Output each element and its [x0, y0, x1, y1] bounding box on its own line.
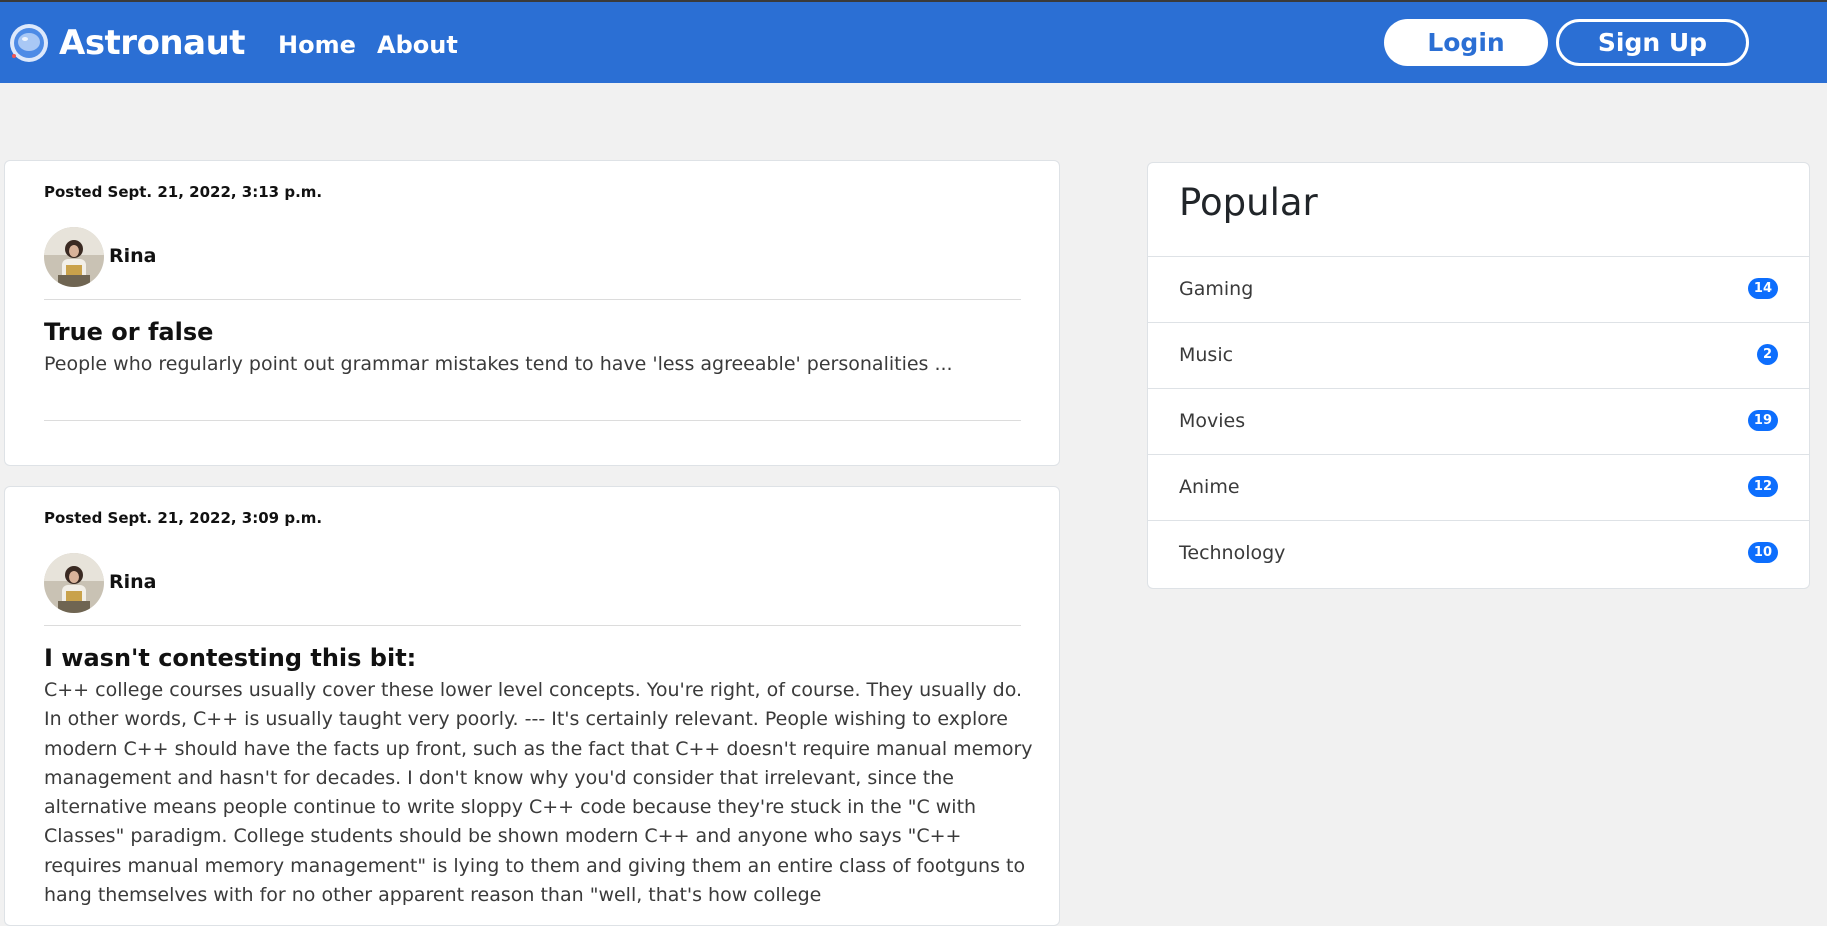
popular-item-name: Technology [1179, 542, 1286, 564]
post-author[interactable]: Rina [109, 571, 157, 593]
popular-panel: Popular Gaming 14 Music 2 Movies 19 Anim… [1147, 162, 1810, 589]
count-badge: 19 [1747, 410, 1778, 431]
user-avatar-icon [44, 553, 104, 613]
popular-item-anime[interactable]: Anime 12 [1148, 454, 1809, 520]
login-button[interactable]: Login [1384, 19, 1548, 66]
popular-item-technology[interactable]: Technology 10 [1148, 520, 1809, 586]
popular-item-name: Gaming [1179, 278, 1254, 300]
post-date: Posted Sept. 21, 2022, 3:13 p.m. [44, 183, 323, 201]
post-title[interactable]: I wasn't contesting this bit: [44, 644, 416, 672]
count-badge: 12 [1747, 476, 1778, 497]
astronaut-helmet-icon [10, 24, 48, 62]
avatar[interactable] [44, 227, 104, 287]
popular-item-name: Movies [1179, 410, 1246, 432]
divider [44, 299, 1021, 300]
count-badge: 2 [1756, 344, 1778, 365]
post-author[interactable]: Rina [109, 245, 157, 267]
brand[interactable]: Astronaut [8, 22, 246, 64]
navbar: Astronaut Home About Login Sign Up [0, 2, 1827, 83]
popular-item-name: Anime [1179, 476, 1240, 498]
popular-title: Popular [1179, 181, 1318, 224]
avatar[interactable] [44, 553, 104, 613]
popular-item-movies[interactable]: Movies 19 [1148, 388, 1809, 454]
nav-home-link[interactable]: Home [278, 29, 356, 61]
popular-item-name: Music [1179, 344, 1234, 366]
divider [44, 420, 1021, 421]
post-body: C++ college courses usually cover these … [44, 679, 1033, 907]
popular-list: Gaming 14 Music 2 Movies 19 Anime 12 Tec… [1148, 256, 1809, 586]
post-title[interactable]: True or false [44, 318, 213, 346]
nav-about-link[interactable]: About [377, 29, 458, 61]
brand-name: Astronaut [59, 23, 246, 63]
post-date: Posted Sept. 21, 2022, 3:09 p.m. [44, 509, 323, 527]
post-card: Posted Sept. 21, 2022, 3:13 p.m. Rina Tr… [4, 160, 1060, 466]
post-card: Posted Sept. 21, 2022, 3:09 p.m. Rina I … [4, 486, 1060, 926]
popular-item-music[interactable]: Music 2 [1148, 322, 1809, 388]
count-badge: 14 [1747, 278, 1778, 299]
popular-item-gaming[interactable]: Gaming 14 [1148, 256, 1809, 322]
post-body: People who regularly point out grammar m… [44, 353, 953, 375]
divider [44, 625, 1021, 626]
count-badge: 10 [1747, 542, 1778, 563]
user-avatar-icon [44, 227, 104, 287]
signup-button[interactable]: Sign Up [1556, 19, 1749, 66]
